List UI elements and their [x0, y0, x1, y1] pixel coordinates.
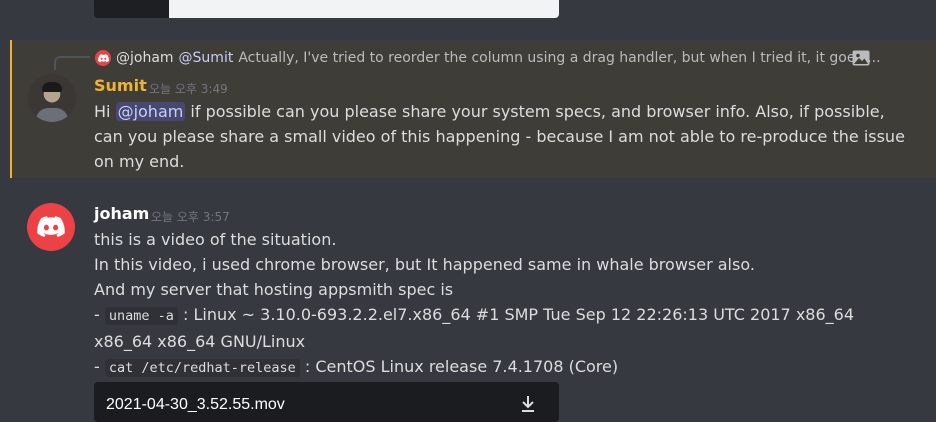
reply-mention[interactable]: @Sumit [179, 50, 234, 66]
message-author[interactable]: Sumit [94, 76, 147, 95]
discord-logo-icon [37, 216, 65, 237]
message-line: In this video, i used chrome browser, bu… [94, 255, 755, 274]
reply-avatar [95, 50, 111, 66]
avatar[interactable] [28, 74, 76, 122]
attachment-filename[interactable]: 2021-04-30_3.52.55.mov [106, 396, 285, 414]
reply-author[interactable]: @joham [116, 50, 174, 66]
text-segment: : CentOS Linux release 7.4.1708 (Core) [299, 357, 619, 376]
text-segment: if possible can you please share your sy… [185, 102, 885, 121]
message-line: can you please share a small video of th… [94, 127, 905, 146]
message-line: - cat /etc/redhat-release : CentOS Linux… [94, 354, 854, 381]
discord-logo-icon [97, 53, 109, 62]
text-segment: Hi [94, 102, 116, 121]
reply-preview[interactable]: @joham @Sumit Actually, I've tried to re… [95, 48, 885, 68]
inline-code: uname -a [104, 307, 178, 325]
message-timestamp[interactable]: 오늘 오후 3:49 [149, 80, 228, 97]
text-segment: : Linux ~ 3.10.0-693.2.2.el7.x86_64 #1 S… [177, 305, 854, 324]
previous-embed-body [169, 0, 559, 18]
message-line: - uname -a : Linux ~ 3.10.0-693.2.2.el7.… [94, 302, 854, 329]
image-icon [852, 50, 870, 66]
text-segment: - [94, 305, 105, 324]
inline-code: cat /etc/redhat-release [104, 359, 300, 377]
text-segment: - [94, 357, 105, 376]
avatar-hair [42, 82, 62, 92]
message-line: on my end. [94, 152, 185, 171]
avatar[interactable] [27, 203, 75, 251]
message-line: x86_64 x86_64 GNU/Linux [94, 332, 306, 351]
reply-text: Actually, I've tried to reorder the colu… [238, 50, 881, 66]
message-author[interactable]: joham [94, 204, 149, 223]
video-attachment[interactable]: 2021-04-30_3.52.55.mov [94, 382, 559, 422]
message-line: Hi @joham if possible can you please sha… [94, 99, 905, 124]
message-line: this is a video of the situation. [94, 230, 337, 249]
message-content: this is a video of the situation. In thi… [94, 227, 854, 381]
download-icon[interactable] [520, 395, 536, 413]
previous-embed[interactable] [94, 0, 559, 18]
user-mention[interactable]: @joham [115, 102, 186, 121]
avatar-shirt [36, 108, 68, 122]
reply-spine [54, 56, 90, 70]
message-timestamp[interactable]: 오늘 오후 3:57 [151, 208, 230, 225]
previous-embed-sidebar [94, 0, 169, 18]
message-line: And my server that hosting appsmith spec… [94, 280, 454, 299]
message-content: Hi @joham if possible can you please sha… [94, 99, 905, 174]
